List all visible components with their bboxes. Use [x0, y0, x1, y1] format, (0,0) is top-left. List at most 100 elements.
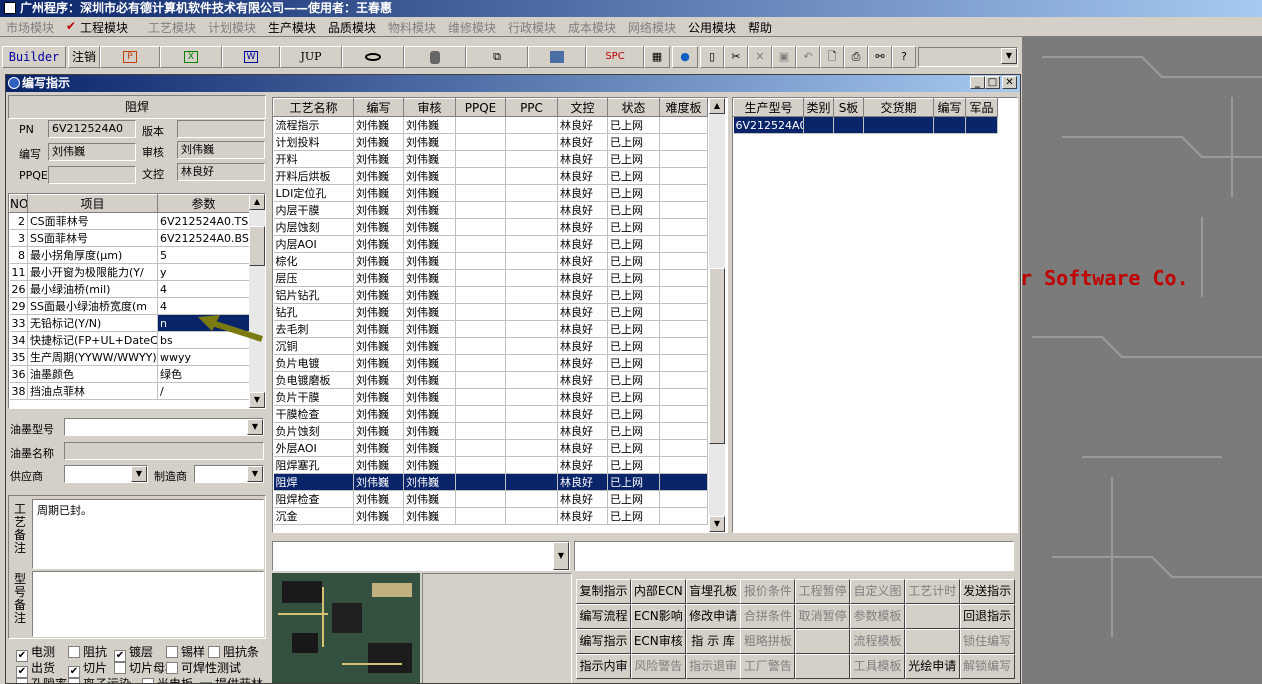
process-header-4[interactable]: PPC [505, 98, 558, 117]
delete-button[interactable]: ✕ [748, 46, 772, 68]
action-button-3-2[interactable]: 指示退审 [685, 654, 741, 679]
table-row[interactable]: 2 CS面菲林号 6V212524A0.TS [9, 212, 250, 230]
table-row[interactable]: 钻孔 刘伟巍 刘伟巍 林良好 已上网 [273, 303, 708, 321]
action-button-1-5[interactable]: 参数模板 [850, 604, 905, 629]
checkbox-box[interactable] [166, 646, 178, 658]
menu-item-11[interactable]: 公用模块 [688, 19, 736, 36]
word-button[interactable]: W [222, 46, 280, 68]
checkbox-9[interactable]: 孔隙率 [16, 675, 67, 683]
table-row[interactable]: 棕化 刘伟巍 刘伟巍 林良好 已上网 [273, 252, 708, 270]
scroll-up-icon[interactable]: ▲ [709, 98, 725, 114]
action-button-1-4[interactable]: 取消暂停 [795, 604, 851, 629]
checkbox-11[interactable]: 光电板 [142, 675, 193, 683]
product-header-2[interactable]: S板 [833, 98, 864, 117]
ink-name-field[interactable] [64, 442, 264, 460]
ppqe-field[interactable] [48, 166, 136, 184]
table-row[interactable]: 内层干膜 刘伟巍 刘伟巍 林良好 已上网 [273, 201, 708, 219]
action-button-3-4[interactable] [795, 654, 851, 679]
menu-item-4[interactable]: 生产模块 [268, 19, 316, 36]
table-row[interactable]: 层压 刘伟巍 刘伟巍 林良好 已上网 [273, 269, 708, 287]
table-row[interactable]: 负电镀磨板 刘伟巍 刘伟巍 林良好 已上网 [273, 371, 708, 389]
process-header-3[interactable]: PPQE [455, 98, 506, 117]
review-field[interactable]: 刘伟巍 [177, 141, 265, 159]
action-button-1-0[interactable]: 编写流程 [576, 604, 631, 629]
action-button-3-5[interactable]: 工具模板 [850, 654, 905, 679]
find-button[interactable]: ⚯ [868, 46, 892, 68]
spc-button[interactable]: SPC [586, 46, 644, 68]
powerpoint-button[interactable]: P [100, 46, 160, 68]
pn-field[interactable]: 6V212524A0 [48, 120, 136, 138]
table-row[interactable]: 36 油墨颜色 绿色 [9, 365, 250, 383]
save-button[interactable]: ▣ [772, 46, 796, 68]
action-button-0-2[interactable]: 盲埋孔板 [685, 579, 741, 604]
action-button-2-3[interactable]: 粗略拼板 [740, 629, 796, 654]
params-header-2[interactable]: 参数 [157, 194, 250, 213]
action-button-0-7[interactable]: 发送指示 [959, 579, 1015, 604]
chevron-down-icon[interactable]: ▼ [1001, 48, 1017, 64]
process-header-1[interactable]: 编写 [353, 98, 404, 117]
ink-model-select[interactable]: ▼ [64, 418, 264, 436]
table-row[interactable]: 内层蚀刻 刘伟巍 刘伟巍 林良好 已上网 [273, 218, 708, 236]
maximize-button[interactable]: □ [985, 76, 1000, 89]
action-button-0-0[interactable]: 复制指示 [576, 579, 631, 604]
table-row[interactable]: 35 生产周期(YYWW/WWYY) wwyy [9, 348, 250, 366]
minimize-button[interactable]: _ [970, 76, 985, 89]
process-header-0[interactable]: 工艺名称 [273, 98, 354, 117]
scroll-down-icon[interactable]: ▼ [249, 392, 265, 408]
table-row[interactable]: 负片蚀刻 刘伟巍 刘伟巍 林良好 已上网 [273, 422, 708, 440]
menu-item-0[interactable]: 市场模块 [6, 19, 54, 36]
table-row[interactable]: 阻焊 刘伟巍 刘伟巍 林良好 已上网 [273, 473, 708, 491]
product-header-0[interactable]: 生产型号 [733, 98, 804, 117]
table-row[interactable]: 干膜检查 刘伟巍 刘伟巍 林良好 已上网 [273, 405, 708, 423]
network-button[interactable]: ⧉ [466, 46, 528, 68]
params-cell[interactable]: 6V212524A0.BS [157, 229, 250, 247]
product-header-5[interactable]: 军品 [965, 98, 998, 117]
process-header-7[interactable]: 难度板 [659, 98, 708, 117]
table-row[interactable]: 开料 刘伟巍 刘伟巍 林良好 已上网 [273, 150, 708, 168]
action-button-2-0[interactable]: 编写指示 [576, 629, 631, 654]
action-button-1-3[interactable]: 合拼条件 [740, 604, 796, 629]
bottom-right-input[interactable] [574, 541, 1014, 571]
menu-item-7[interactable]: 维修模块 [448, 19, 496, 36]
checkbox-10[interactable]: 离子污染 [68, 675, 131, 683]
chevron-down-icon[interactable]: ▼ [131, 466, 147, 482]
action-button-3-1[interactable]: 风险警告 [630, 654, 686, 679]
product-header-1[interactable]: 类别 [803, 98, 834, 117]
checkbox-box[interactable] [16, 678, 28, 683]
params-cell[interactable]: y [157, 263, 250, 281]
checkbox-3[interactable]: 锡样 [166, 643, 205, 660]
checkbox-box[interactable] [208, 646, 220, 658]
table-row[interactable]: 内层AOI 刘伟巍 刘伟巍 林良好 已上网 [273, 235, 708, 253]
table-row[interactable]: 外层AOI 刘伟巍 刘伟巍 林良好 已上网 [273, 439, 708, 457]
action-button-2-6[interactable] [904, 629, 960, 654]
builder-button[interactable]: Builder [2, 46, 66, 68]
excel-button[interactable]: X [160, 46, 222, 68]
checkbox-4[interactable]: 阻抗条 [208, 643, 259, 660]
action-button-1-7[interactable]: 回退指示 [959, 604, 1015, 629]
table-row[interactable]: 计划投料 刘伟巍 刘伟巍 林良好 已上网 [273, 133, 708, 151]
toolbar-combo[interactable]: ▼ [918, 47, 1018, 67]
action-button-1-2[interactable]: 修改申请 [685, 604, 741, 629]
action-button-2-5[interactable]: 流程模板 [850, 629, 905, 654]
checkbox-box[interactable] [68, 646, 80, 658]
menu-item-8[interactable]: 行政模块 [508, 19, 556, 36]
cut-button[interactable]: ✂ [724, 46, 748, 68]
action-button-0-3[interactable]: 报价条件 [740, 579, 796, 604]
checkbox-12[interactable]: ✔提供菲林 [200, 675, 263, 683]
action-button-0-4[interactable]: 工程暂停 [795, 579, 851, 604]
action-button-2-7[interactable]: 锁住编写 [959, 629, 1015, 654]
table-row[interactable]: 流程指示 刘伟巍 刘伟巍 林良好 已上网 [273, 116, 708, 134]
action-button-0-1[interactable]: 内部ECN [630, 579, 686, 604]
logout-button[interactable]: 注销 [68, 46, 100, 68]
params-cell[interactable]: 6V212524A0.TS [157, 212, 250, 230]
params-header-1[interactable]: 项目 [27, 194, 158, 213]
chevron-down-icon[interactable]: ▼ [553, 542, 569, 570]
menu-item-2[interactable]: 工艺模块 [148, 19, 196, 36]
table-row[interactable]: 阻焊塞孔 刘伟巍 刘伟巍 林良好 已上网 [273, 456, 708, 474]
checkbox-box[interactable] [68, 678, 80, 683]
supplier-select[interactable]: ▼ [64, 465, 148, 483]
params-scrollbar[interactable]: ▲ ▼ [249, 194, 265, 408]
table-row[interactable]: 铝片钻孔 刘伟巍 刘伟巍 林良好 已上网 [273, 286, 708, 304]
checkbox-8[interactable]: 可焊性测试 [166, 659, 241, 676]
action-button-2-1[interactable]: ECN审核 [630, 629, 686, 654]
